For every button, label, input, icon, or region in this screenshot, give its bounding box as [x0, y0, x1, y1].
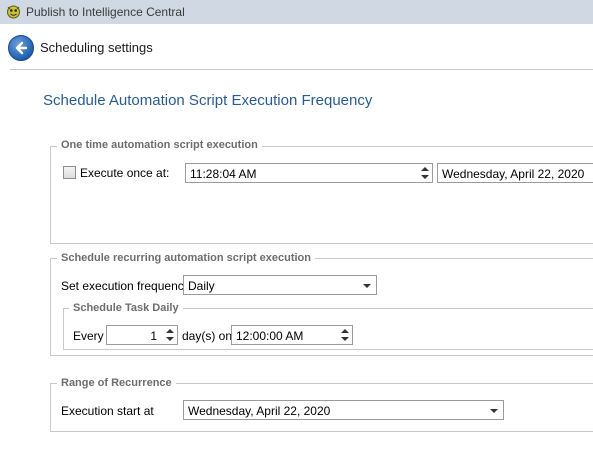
- spin-down-icon[interactable]: [166, 337, 174, 341]
- execute-once-label: Execute once at:: [80, 166, 170, 180]
- back-arrow-icon: [15, 41, 28, 55]
- start-date-value: Wednesday, April 22, 2020: [188, 404, 331, 418]
- spin-up-icon[interactable]: [166, 329, 174, 333]
- chevron-down-icon: [490, 409, 498, 413]
- daily-time-spinner[interactable]: [338, 327, 351, 343]
- range-legend: Range of Recurrence: [57, 377, 176, 389]
- days-on-label: day(s) on: [182, 329, 233, 343]
- daily-time-value: 12:00:00 AM: [236, 329, 304, 343]
- window-title: Publish to Intelligence Central: [26, 5, 185, 19]
- time-spinner[interactable]: [418, 165, 431, 181]
- one-time-time-input[interactable]: 11:28:04 AM: [185, 163, 433, 183]
- spin-down-icon[interactable]: [421, 175, 429, 179]
- spin-up-icon[interactable]: [341, 329, 349, 333]
- one-time-legend: One time automation script execution: [57, 139, 262, 151]
- page-title: Schedule Automation Script Execution Fre…: [43, 92, 373, 109]
- one-time-group: [50, 146, 593, 244]
- recurring-legend: Schedule recurring automation script exe…: [57, 252, 315, 264]
- header-divider: [10, 69, 593, 70]
- start-label: Execution start at: [61, 404, 154, 418]
- page-header: Scheduling settings: [0, 25, 593, 69]
- daily-time-input[interactable]: 12:00:00 AM: [231, 325, 353, 345]
- frequency-label: Set execution frequency: [61, 279, 190, 293]
- chevron-down-icon: [363, 284, 371, 288]
- header-label: Scheduling settings: [40, 40, 153, 55]
- frequency-value: Daily: [188, 279, 215, 293]
- every-label: Every: [73, 329, 104, 343]
- title-bar: Publish to Intelligence Central: [0, 0, 593, 24]
- dragon-icon: [7, 5, 20, 19]
- one-time-date-value: Wednesday, April 22, 2020: [442, 167, 585, 181]
- one-time-date-input[interactable]: Wednesday, April 22, 2020: [437, 163, 593, 183]
- every-days-stepper[interactable]: 1: [106, 325, 178, 345]
- start-date-dropdown[interactable]: Wednesday, April 22, 2020: [183, 400, 504, 420]
- spin-up-icon[interactable]: [421, 167, 429, 171]
- spin-down-icon[interactable]: [341, 337, 349, 341]
- frequency-dropdown[interactable]: Daily: [183, 275, 377, 295]
- every-days-value: 1: [150, 329, 157, 343]
- one-time-time-value: 11:28:04 AM: [190, 167, 257, 181]
- execute-once-checkbox[interactable]: [63, 166, 76, 179]
- every-spinner[interactable]: [163, 327, 176, 343]
- daily-legend: Schedule Task Daily: [69, 302, 183, 314]
- back-button[interactable]: [8, 35, 34, 61]
